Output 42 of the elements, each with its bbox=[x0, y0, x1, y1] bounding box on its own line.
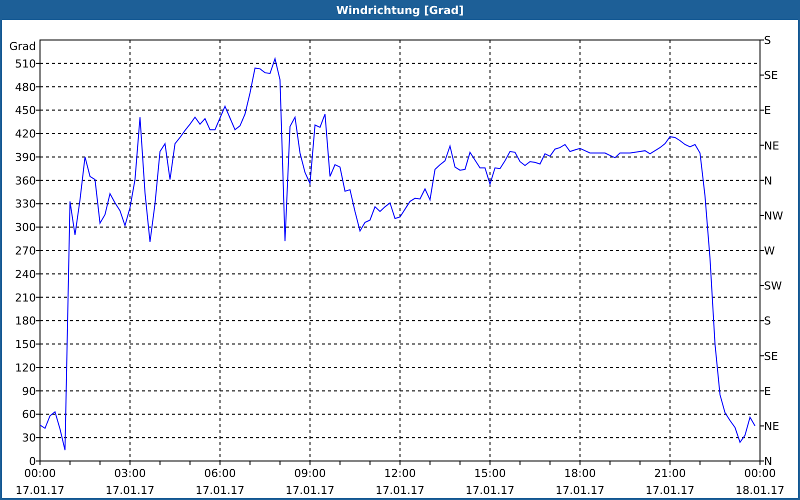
x-tick-label: 00:00 17.01.17 bbox=[16, 467, 64, 497]
y-tick-label: 510 bbox=[15, 57, 36, 70]
x-tick-label: 03:00 17.01.17 bbox=[106, 467, 154, 497]
y-tick-label: 480 bbox=[15, 80, 36, 94]
y-tick-label: 0 bbox=[29, 455, 36, 468]
y-tick-label: 30 bbox=[22, 432, 36, 445]
y-axis-label: Grad bbox=[9, 40, 36, 53]
x-tick-label: 09:00 17.01.17 bbox=[286, 467, 334, 497]
compass-tick-label: S bbox=[764, 34, 771, 47]
y-tick-label: 120 bbox=[15, 361, 36, 374]
x-tick-label: 00:00 18.01.17 bbox=[736, 467, 784, 497]
compass-tick-label: W bbox=[764, 244, 775, 258]
x-tick-label: 21:00 17.01.17 bbox=[646, 467, 694, 497]
y-tick-label: 240 bbox=[15, 268, 36, 281]
y-tick-label: 270 bbox=[15, 244, 36, 258]
window-title: Windrichtung [Grad] bbox=[335, 2, 465, 18]
y-tick-label: 360 bbox=[15, 174, 36, 188]
compass-tick-label: N bbox=[764, 174, 772, 188]
x-tick-label: 15:00 17.01.17 bbox=[466, 467, 514, 497]
y-tick-label: 180 bbox=[15, 314, 36, 328]
compass-tick-label: SW bbox=[764, 280, 782, 293]
y-tick-label: 210 bbox=[15, 291, 36, 304]
y-tick-label: 330 bbox=[15, 198, 36, 211]
compass-tick-label: N bbox=[764, 455, 772, 468]
y-tick-label: 450 bbox=[15, 104, 36, 118]
compass-tick-label: NE bbox=[764, 420, 780, 433]
y-tick-label: 300 bbox=[15, 221, 36, 234]
x-tick-label: 12:00 17.01.17 bbox=[376, 467, 424, 497]
compass-tick-label: NE bbox=[764, 139, 780, 152]
compass-tick-label: S bbox=[764, 314, 771, 328]
y-tick-label: 420 bbox=[15, 128, 36, 141]
x-tick-label: 06:00 17.01.17 bbox=[196, 467, 244, 497]
x-tick-label: 18:00 17.01.17 bbox=[556, 467, 604, 497]
compass-tick-label: E bbox=[764, 104, 771, 118]
compass-tick-label: NW bbox=[764, 209, 784, 222]
y-tick-label: 150 bbox=[15, 338, 36, 352]
y-tick-label: 60 bbox=[22, 408, 36, 422]
y-tick-label: 90 bbox=[22, 384, 36, 398]
compass-tick-label: E bbox=[764, 384, 771, 398]
compass-tick-label: SE bbox=[764, 69, 778, 82]
compass-tick-label: SE bbox=[764, 350, 778, 363]
y-tick-label: 390 bbox=[15, 150, 36, 164]
